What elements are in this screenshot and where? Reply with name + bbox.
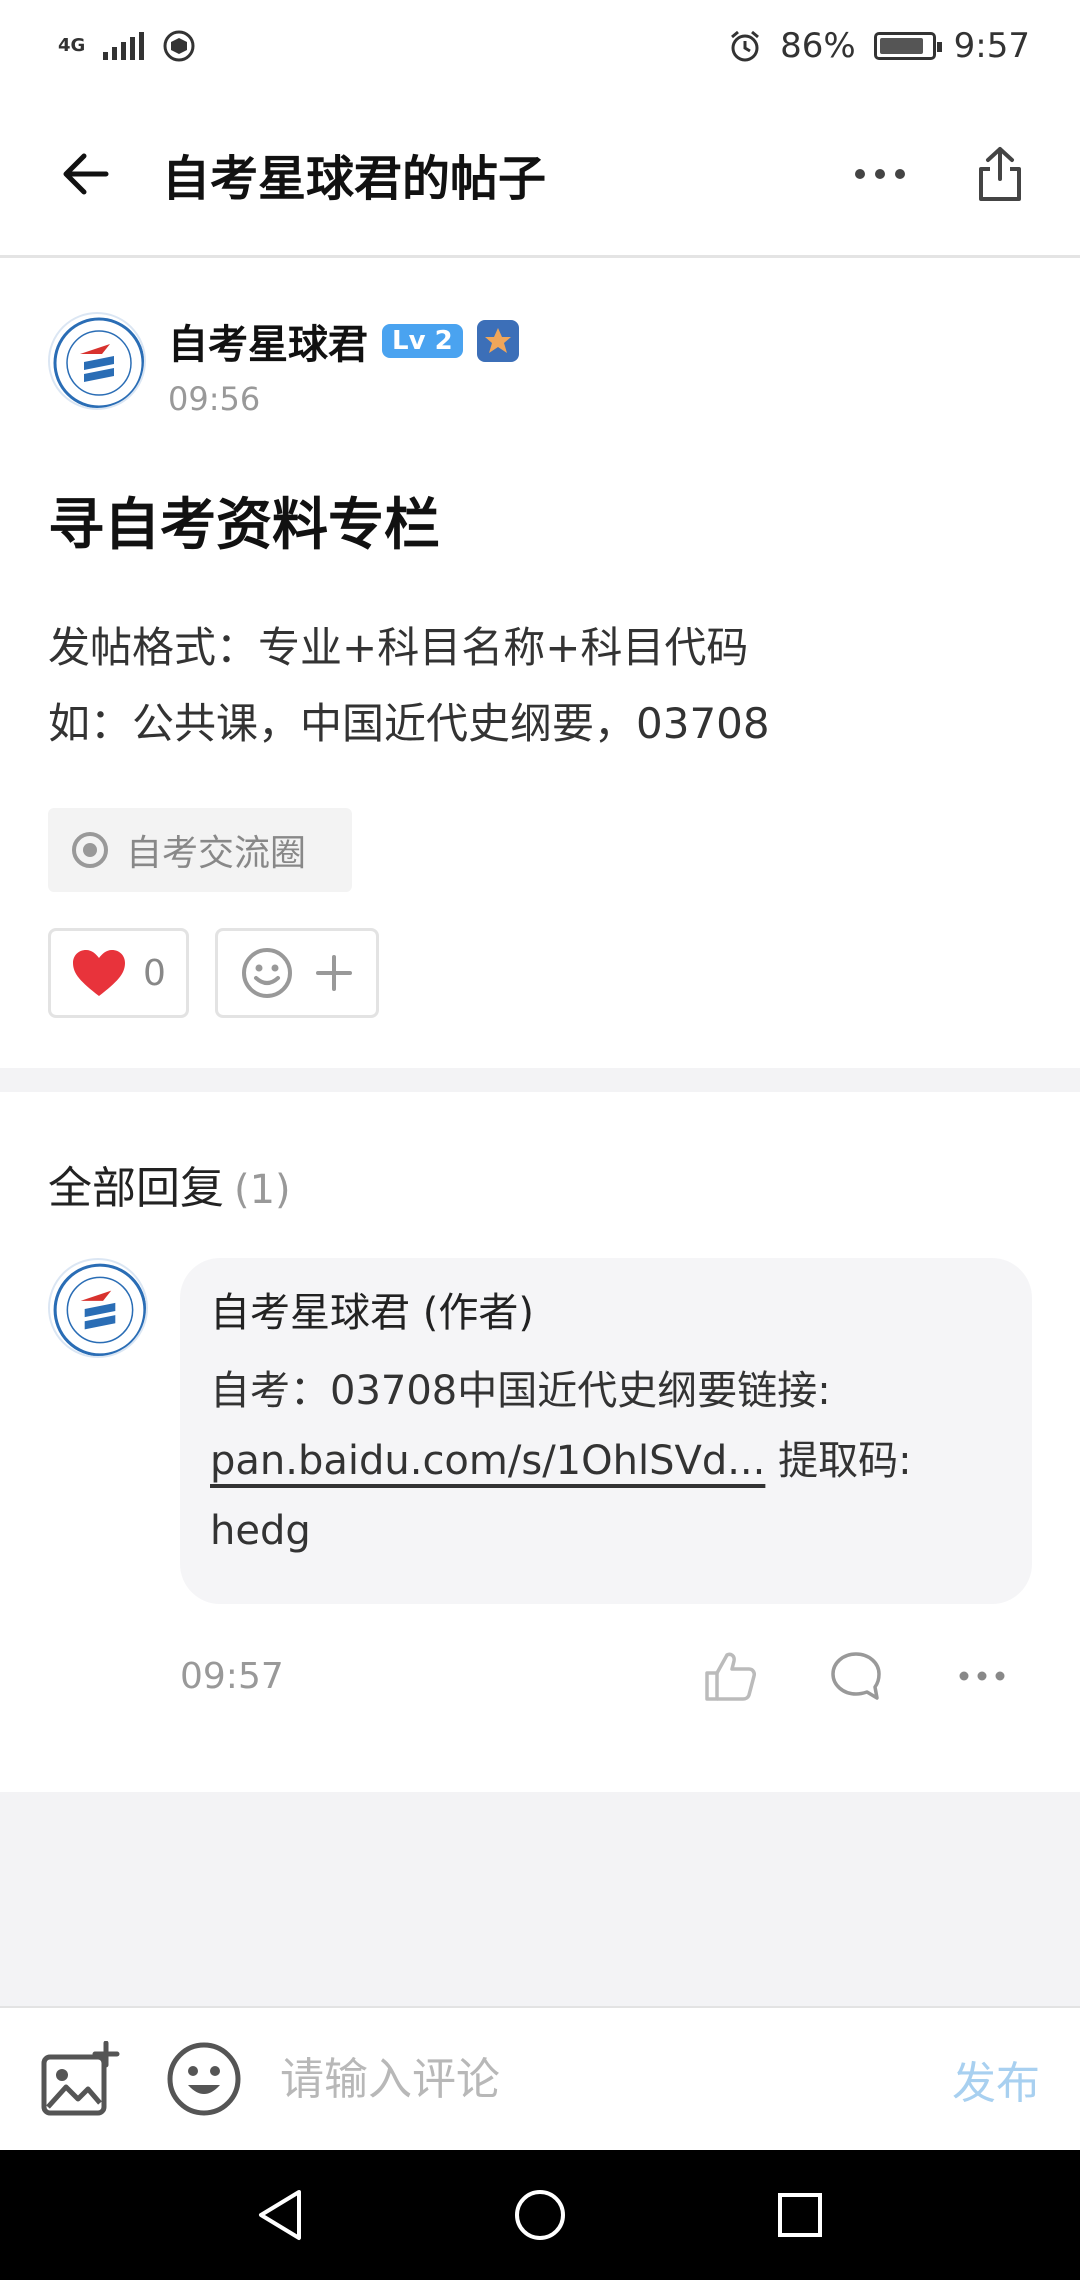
- app-bar: 自考星球君的帖子: [0, 92, 1080, 258]
- author-line: 自考星球君 Lv 2: [168, 312, 519, 370]
- alarm-icon: [731, 30, 760, 62]
- reply-code: hedg: [210, 1508, 311, 1554]
- reply-actions: [690, 1636, 1022, 1716]
- author-row: 自考星球君 Lv 2 09:56: [48, 312, 519, 418]
- more-icon: [855, 168, 905, 179]
- nav-recents-icon: [778, 2193, 822, 2237]
- reply-time: 09:57: [180, 1655, 284, 1697]
- signal-icon: [103, 32, 145, 60]
- emoji-button[interactable]: [164, 2039, 244, 2119]
- more-icon: [959, 1671, 1005, 1681]
- like-button[interactable]: 0: [48, 928, 189, 1018]
- comment-bar: 发布: [0, 2006, 1080, 2150]
- nav-back-button[interactable]: [240, 2175, 320, 2255]
- reply-like-button[interactable]: [690, 1636, 770, 1716]
- emoji-icon: [241, 948, 292, 998]
- reply-text-suffix: 提取码:: [765, 1438, 912, 1484]
- system-nav-bar: [0, 2150, 1080, 2280]
- post-body-line: 如：公共课，中国近代史纲要，03708: [48, 699, 770, 748]
- nav-home-icon: [515, 2190, 565, 2240]
- post-time: 09:56: [168, 380, 261, 418]
- back-arrow-icon: [63, 153, 109, 194]
- share-icon: [979, 146, 1021, 201]
- avatar-logo-icon: [53, 317, 144, 408]
- reply-text: 自考：03708中国近代史纲要链接: pan.baidu.com/s/1OhlS…: [210, 1356, 1002, 1566]
- more-button[interactable]: [840, 134, 920, 214]
- avatar-logo-icon: [53, 1263, 146, 1356]
- network-label: 4G: [58, 35, 86, 56]
- status-time: 9:57: [953, 26, 1030, 66]
- post-body-line: 发帖格式：专业+科目名称+科目代码: [48, 623, 749, 672]
- star-badge: [476, 320, 519, 362]
- empty-area: [0, 1792, 1080, 2006]
- image-add-icon: [41, 2041, 120, 2116]
- post-title: 寻自考资料专栏: [48, 493, 440, 558]
- emoji-icon: [167, 2042, 241, 2116]
- comment-input[interactable]: [280, 2053, 952, 2105]
- reply-author: 自考星球君 (作者): [210, 1290, 534, 1336]
- plus-icon: [315, 955, 352, 991]
- author-name[interactable]: 自考星球君: [168, 312, 368, 370]
- circle-icon: [72, 832, 108, 868]
- reply-bubble[interactable]: 自考星球君 (作者) 自考：03708中国近代史纲要链接: pan.baidu.…: [180, 1258, 1032, 1604]
- back-button[interactable]: [40, 128, 132, 220]
- add-image-button[interactable]: [40, 2039, 120, 2119]
- publish-button[interactable]: 发布: [952, 2047, 1040, 2111]
- app-actions: [840, 134, 1040, 214]
- replies-section: 全部回复 (1) 自考星球君 (作者) 自考：03708中国近代史纲要链接: pa…: [0, 1092, 1080, 1792]
- app-notification-icon: [163, 30, 195, 62]
- nav-recents-button[interactable]: [760, 2175, 840, 2255]
- nav-back-icon: [259, 2190, 301, 2240]
- status-bar: 4G 86% 9:57: [0, 0, 1080, 92]
- circle-tag-label: 自考交流圈: [126, 833, 307, 874]
- author-meta: 自考星球君 Lv 2 09:56: [168, 312, 519, 418]
- replies-title: 全部回复: [48, 1163, 224, 1214]
- share-button[interactable]: [960, 134, 1040, 214]
- like-count: 0: [143, 952, 166, 994]
- page-title: 自考星球君的帖子: [162, 150, 547, 207]
- post-body: 发帖格式：专业+科目名称+科目代码 如：公共课，中国近代史纲要，03708: [48, 610, 770, 762]
- avatar[interactable]: [48, 312, 146, 410]
- reply-text-prefix: 自考：03708中国近代史纲要链接:: [210, 1368, 831, 1414]
- nav-home-button[interactable]: [500, 2175, 580, 2255]
- replies-count: (1): [234, 1167, 291, 1213]
- status-left: 4G: [58, 29, 196, 63]
- battery-fill: [879, 38, 923, 54]
- reply-more-button[interactable]: [942, 1636, 1022, 1716]
- post: 自考星球君 Lv 2 09:56 寻自考资料专栏 发帖格式：专业+科目名称+科目…: [0, 260, 1080, 1068]
- heart-icon: [73, 950, 125, 996]
- star-icon: [484, 328, 511, 353]
- section-separator: [0, 1068, 1080, 1092]
- thumb-up-icon: [705, 1652, 756, 1701]
- status-right: 86% 9:57: [728, 26, 1030, 66]
- circle-tag[interactable]: 自考交流圈: [48, 808, 352, 892]
- reply-avatar[interactable]: [48, 1258, 148, 1358]
- comment-icon: [831, 1652, 881, 1700]
- reactions: 0: [48, 928, 379, 1018]
- battery-icon: [873, 32, 942, 60]
- add-reaction-button[interactable]: [214, 928, 379, 1018]
- reply-link[interactable]: pan.baidu.com/s/1OhlSVd...: [210, 1438, 765, 1484]
- level-badge: Lv 2: [382, 324, 463, 358]
- replies-header: 全部回复 (1): [48, 1152, 291, 1216]
- reply-comment-button[interactable]: [816, 1636, 896, 1716]
- battery-percent: 86%: [780, 26, 856, 66]
- reply-footer: 09:57: [180, 1636, 1032, 1716]
